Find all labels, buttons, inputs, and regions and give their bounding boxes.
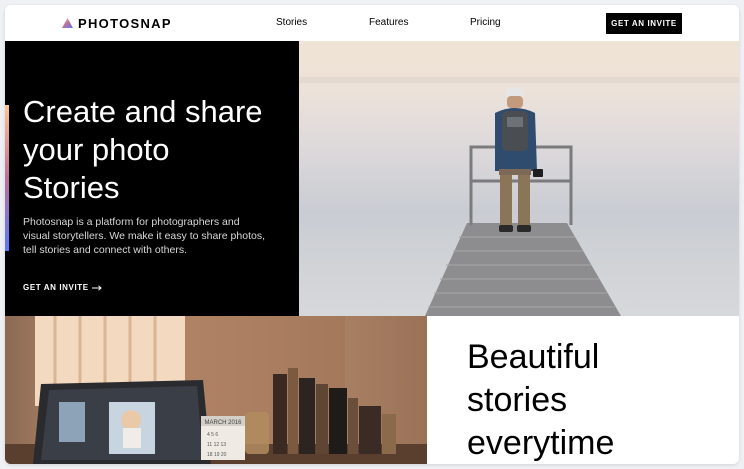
nav-link-stories[interactable]: Stories (276, 17, 307, 28)
heading-line: everytime (467, 424, 615, 462)
desk-laptop-image: MARCH 2016 4 5 6 11 12 13 18 19 20 (5, 316, 427, 464)
brand-name: PHOTOSNAP (78, 15, 172, 31)
top-navigation: PHOTOSNAP Stories Features Pricing GET A… (5, 5, 739, 41)
hero-description-line: Photosnap is a platform for photographer… (23, 216, 240, 228)
beautiful-stories-heading: Beautiful stories everytime (467, 336, 727, 464)
hero-accent-bar (5, 105, 9, 251)
hero-title-line: Stories (23, 170, 120, 205)
svg-text:11 12 13: 11 12 13 (207, 442, 226, 448)
svg-text:18 19 20: 18 19 20 (207, 452, 227, 458)
brand-logo[interactable]: PHOTOSNAP (62, 15, 172, 31)
hero-description-line: tell stories and connect with others. (23, 244, 188, 256)
nav-get-invite-button[interactable]: GET AN INVITE (606, 13, 682, 34)
svg-text:4 5 6: 4 5 6 (207, 432, 218, 438)
calendar-label: MARCH 2016 (204, 420, 242, 426)
hero-text-panel: Create and share your photo Stories Phot… (5, 41, 299, 316)
hero-get-invite-link[interactable]: GET AN INVITE (23, 283, 102, 292)
beautiful-stories-panel: Beautiful stories everytime (427, 316, 739, 464)
hero-title-line: your photo (23, 132, 170, 167)
browser-page: PHOTOSNAP Stories Features Pricing GET A… (5, 5, 739, 464)
nav-link-features[interactable]: Features (369, 17, 408, 28)
heading-line: Beautiful (467, 338, 600, 376)
hero-title: Create and share your photo Stories (23, 93, 283, 207)
hero-title-line: Create and share (23, 94, 263, 129)
hero-description-line: visual storytellers. We make it easy to … (23, 230, 265, 242)
nav-link-pricing[interactable]: Pricing (470, 17, 501, 28)
logo-triangle-icon (62, 18, 73, 28)
hero-image-man-on-pier (299, 41, 739, 316)
hero-get-invite-label: GET AN INVITE (23, 283, 89, 292)
hero-description: Photosnap is a platform for photographer… (23, 215, 285, 257)
heading-line: stories (467, 381, 568, 419)
arrow-right-icon (91, 284, 102, 291)
